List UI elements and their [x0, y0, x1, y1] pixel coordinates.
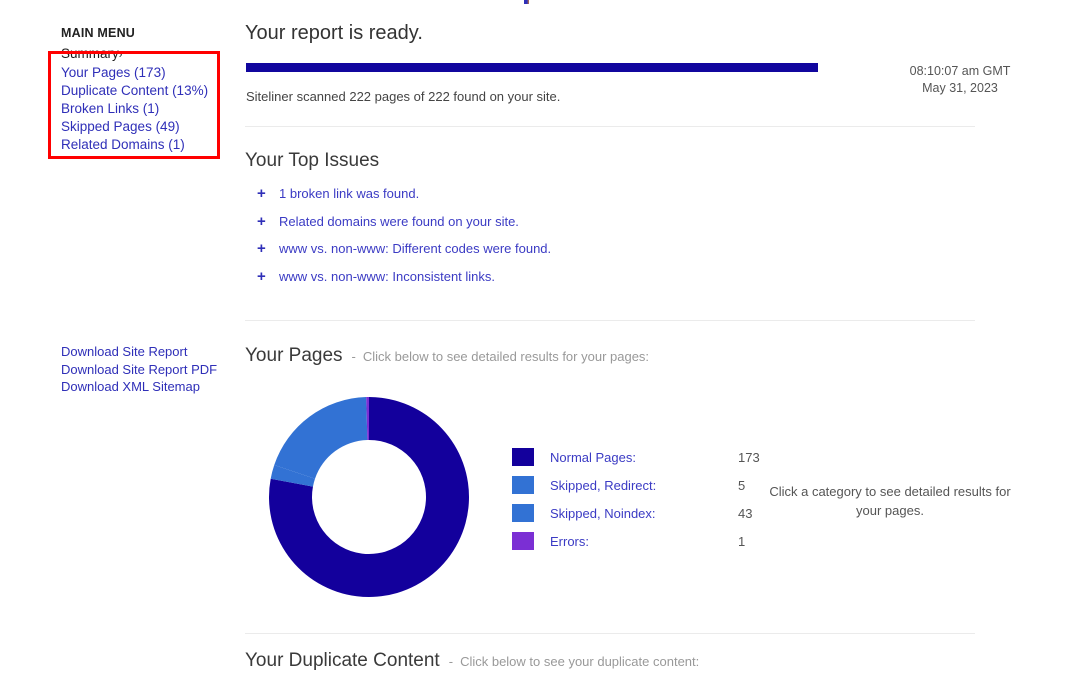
legend-row-normal-pages[interactable]: Normal Pages: 173	[512, 443, 760, 471]
divider	[245, 320, 975, 321]
scan-progress-fill	[246, 63, 818, 72]
legend-row-errors[interactable]: Errors: 1	[512, 527, 746, 555]
issue-row[interactable]: + www vs. non-www: Different codes were …	[245, 241, 865, 269]
chart-hint-text: Click a category to see detailed results…	[769, 484, 1011, 518]
sidebar-item-duplicate-content[interactable]: Duplicate Content (13%)	[61, 82, 236, 100]
sidebar-item-your-pages[interactable]: Your Pages (173)	[61, 64, 236, 82]
issue-text: www vs. non-www: Different codes were fo…	[279, 241, 552, 256]
legend-row-skipped-noindex[interactable]: Skipped, Noindex: 43	[512, 499, 752, 527]
plus-icon: +	[257, 212, 266, 230]
legend-row-skipped-redirect[interactable]: Skipped, Redirect: 5	[512, 471, 746, 499]
duplicate-content-subtitle: Click below to see your duplicate conten…	[460, 654, 700, 669]
duplicate-content-dash: -	[448, 654, 454, 669]
issue-row[interactable]: + Related domains were found on your sit…	[245, 214, 865, 242]
sidebar-item-summary[interactable]: Summary›	[61, 45, 236, 64]
download-xml-sitemap-link[interactable]: Download XML Sitemap	[61, 378, 241, 396]
your-pages-dash: -	[351, 349, 356, 364]
duplicate-content-section-header: Your Duplicate Content - Click below to …	[245, 650, 699, 672]
legend-value: 173	[738, 449, 760, 465]
legend-swatch	[512, 532, 534, 550]
duplicate-content-title: Your Duplicate Content	[245, 650, 440, 671]
legend-value: 43	[738, 505, 753, 521]
issue-text: 1 broken link was found.	[279, 186, 420, 201]
sidebar-item-related-domains[interactable]: Related Domains (1)	[61, 136, 236, 154]
donut-chart-svg[interactable]	[264, 392, 474, 602]
legend-label: Normal Pages:	[550, 449, 636, 465]
legend-label: Errors:	[550, 533, 589, 549]
legend-value: 1	[738, 533, 746, 549]
donut-segment[interactable]	[274, 397, 368, 479]
download-links-group: Download Site Report Download Site Repor…	[61, 343, 241, 396]
main-menu-heading: MAIN MENU	[61, 26, 136, 40]
issue-text: Related domains were found on your site.	[279, 213, 519, 229]
top-issues-heading: Your Top Issues	[245, 150, 380, 171]
legend-label: Skipped, Noindex:	[550, 505, 656, 521]
issue-row[interactable]: + 1 broken link was found.	[245, 186, 865, 214]
your-pages-subtitle: Click below to see detailed results for …	[362, 349, 650, 364]
divider	[245, 633, 975, 634]
your-pages-title: Your Pages	[245, 345, 343, 366]
sidebar-item-summary-label: Summary	[61, 46, 119, 61]
sidebar-item-broken-links[interactable]: Broken Links (1)	[61, 100, 236, 118]
plus-icon: +	[257, 267, 266, 285]
report-timestamp-date: May 31, 2023	[922, 81, 998, 95]
sidebar-item-skipped-pages[interactable]: Skipped Pages (49)	[61, 118, 236, 136]
sidebar: MAIN MENU Summary› Your Pages (173) Dupl…	[0, 0, 240, 678]
donut-chart-legend: Normal Pages: 173 Skipped, Redirect: 5 S…	[512, 443, 760, 555]
download-site-report-link[interactable]: Download Site Report	[61, 343, 241, 361]
chevron-right-icon: ›	[118, 49, 123, 61]
legend-swatch	[512, 448, 534, 466]
scan-status-text: Siteliner scanned 222 pages of 222 found…	[246, 89, 561, 104]
main-content: Your report is ready. Siteliner scanned …	[245, 0, 1078, 678]
your-pages-section-header: Your Pages - Click below to see detailed…	[245, 345, 649, 367]
plus-icon: +	[257, 240, 266, 257]
report-timestamp-time: 08:10:07 am GMT	[909, 64, 1011, 78]
top-issues-list: + 1 broken link was found. + Related dom…	[245, 186, 865, 296]
page-title: Your report is ready.	[245, 22, 423, 44]
divider	[245, 126, 975, 127]
issue-text: www vs. non-www: Inconsistent links.	[279, 268, 496, 284]
pages-donut-chart[interactable]	[264, 392, 474, 602]
report-timestamp: 08:10:07 am GMT May 31, 2023	[835, 63, 1078, 97]
legend-swatch	[512, 476, 534, 494]
download-site-report-pdf-link[interactable]: Download Site Report PDF	[61, 361, 241, 379]
plus-icon: +	[257, 185, 266, 202]
legend-value: 5	[738, 477, 746, 493]
legend-swatch	[512, 504, 534, 522]
legend-label: Skipped, Redirect:	[550, 477, 657, 493]
main-menu-list: Summary› Your Pages (173) Duplicate Cont…	[61, 45, 236, 154]
scan-progress-bar	[246, 63, 818, 72]
issue-row[interactable]: + www vs. non-www: Inconsistent links.	[245, 269, 865, 297]
